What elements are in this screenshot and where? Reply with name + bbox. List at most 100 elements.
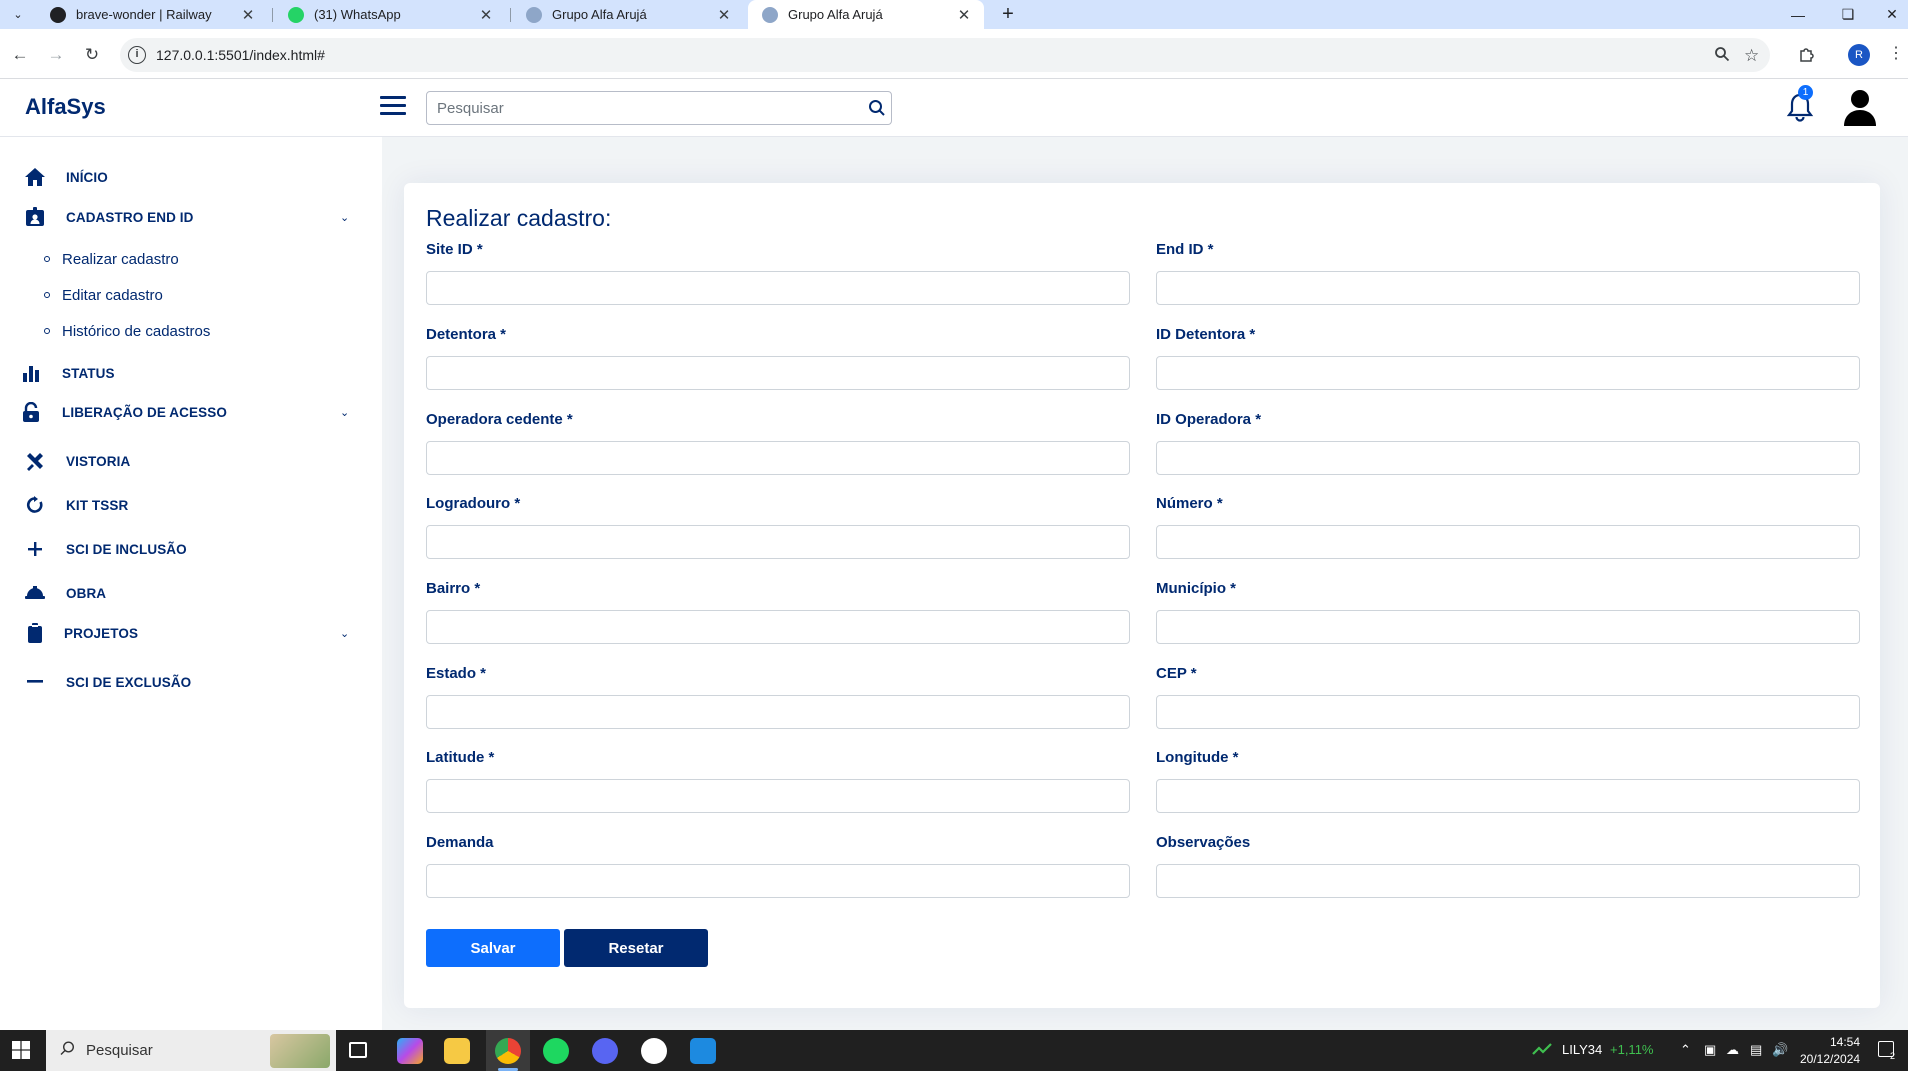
minimize-window-button[interactable]: — [1776, 0, 1820, 29]
field-bairro: Bairro * [426, 580, 1130, 644]
onedrive-cloud-icon[interactable]: ☁ [1726, 1042, 1739, 1058]
cep-input[interactable] [1156, 695, 1860, 729]
bullet-icon [44, 292, 50, 298]
spotify-taskbar-icon[interactable] [543, 1038, 569, 1064]
github-taskbar-icon[interactable] [641, 1038, 667, 1064]
field-label: Observações [1156, 834, 1251, 851]
close-tab-icon[interactable]: ✕ [714, 6, 734, 24]
field-logradouro: Logradouro * [426, 495, 1130, 559]
meet-now-icon[interactable]: ▣ [1704, 1042, 1716, 1058]
search-icon [60, 1041, 75, 1060]
site-info-icon[interactable]: i [128, 46, 146, 64]
reload-icon[interactable]: ↻ [78, 41, 106, 69]
sidebar-item-projetos[interactable]: PROJETOS ⌄ [0, 615, 382, 651]
sidebar-item-status[interactable]: STATUS [0, 355, 382, 391]
chevron-down-icon[interactable]: ⌄ [340, 406, 349, 419]
stock-ticker[interactable]: LILY34 [1562, 1042, 1602, 1057]
field-end-id: End ID * [1156, 241, 1860, 305]
site-id-input[interactable] [426, 271, 1130, 305]
profile-avatar[interactable]: R [1848, 44, 1870, 66]
observacoes-input[interactable] [1156, 864, 1860, 898]
system-clock[interactable]: 14:54 20/12/2024 [1800, 1034, 1860, 1068]
demanda-input[interactable] [426, 864, 1130, 898]
latitude-input[interactable] [426, 779, 1130, 813]
plus-icon [24, 538, 46, 560]
numero-input[interactable] [1156, 525, 1860, 559]
reset-button[interactable]: Resetar [564, 929, 708, 967]
logradouro-input[interactable] [426, 525, 1130, 559]
close-window-button[interactable]: ✕ [1870, 0, 1908, 29]
browser-toolbar: ← → ↻ i 127.0.0.1:5501/index.html# ☆ R ⋮ [0, 29, 1908, 79]
sidebar-subitem-editar-cadastro[interactable]: Editar cadastro [44, 280, 163, 310]
restore-window-button[interactable]: ❏ [1826, 0, 1870, 29]
field-label: ID Operadora * [1156, 411, 1262, 428]
windows-start-icon[interactable] [12, 1041, 30, 1059]
field-operadora-cedente: Operadora cedente * [426, 411, 1130, 475]
vscode-taskbar-icon[interactable] [690, 1038, 716, 1064]
id-operadora-input[interactable] [1156, 441, 1860, 475]
id-detentora-input[interactable] [1156, 356, 1860, 390]
extensions-puzzle-icon[interactable] [1792, 41, 1820, 69]
sidebar-item-cadastro-end-id[interactable]: CADASTRO END ID ⌄ [0, 199, 382, 235]
discord-taskbar-icon[interactable] [592, 1038, 618, 1064]
browser-menu-icon[interactable]: ⋮ [1888, 43, 1904, 63]
field-latitude: Latitude * [426, 749, 1130, 813]
address-bar[interactable]: i 127.0.0.1:5501/index.html# ☆ [120, 38, 1770, 72]
municipio-input[interactable] [1156, 610, 1860, 644]
user-avatar-icon[interactable] [1842, 88, 1878, 128]
browser-tab-whatsapp[interactable]: (31) WhatsApp ✕ [274, 0, 506, 29]
back-arrow-icon[interactable]: ← [6, 41, 34, 69]
sidebar-item-kit-tssr[interactable]: KIT TSSR [0, 487, 382, 523]
stock-trend-icon [1532, 1042, 1552, 1059]
field-label: Número * [1156, 495, 1223, 512]
forward-arrow-icon[interactable]: → [42, 41, 70, 69]
hamburger-menu-icon[interactable] [380, 96, 406, 116]
zoom-icon[interactable] [1714, 46, 1730, 67]
chevron-down-icon[interactable]: ⌄ [340, 211, 349, 224]
field-label: Detentora * [426, 326, 507, 343]
volume-icon[interactable]: 🔊 [1772, 1042, 1788, 1058]
sidebar-item-sci-de-exclusao[interactable]: SCI DE EXCLUSÃO [0, 664, 382, 700]
search-icon[interactable] [867, 98, 887, 118]
task-view-icon[interactable] [349, 1042, 367, 1058]
close-tab-icon[interactable]: ✕ [954, 6, 974, 24]
sidebar-subitem-historico[interactable]: Histórico de cadastros [44, 316, 210, 346]
end-id-input[interactable] [1156, 271, 1860, 305]
search-bar [426, 91, 892, 125]
search-input[interactable] [427, 92, 847, 124]
url-text[interactable]: 127.0.0.1:5501/index.html# [156, 47, 325, 63]
chrome-taskbar-icon[interactable] [495, 1038, 521, 1064]
sidebar-item-inicio[interactable]: INÍCIO [0, 159, 382, 195]
network-icon[interactable]: ▤ [1750, 1042, 1762, 1058]
taskbar-search-box[interactable]: Pesquisar [46, 1030, 336, 1071]
grupo-alfa-favicon-icon [526, 6, 542, 23]
field-label: Município * [1156, 580, 1236, 597]
sidebar-subitem-realizar-cadastro[interactable]: Realizar cadastro [44, 244, 179, 274]
estado-input[interactable] [426, 695, 1130, 729]
tab-search-chevron-icon[interactable]: ⌄ [6, 3, 30, 25]
save-button[interactable]: Salvar [426, 929, 560, 967]
file-explorer-taskbar-icon[interactable] [444, 1038, 470, 1064]
whatsapp-favicon-icon [288, 6, 304, 23]
browser-tab-grupo-alfa-1[interactable]: Grupo Alfa Arujá ✕ [512, 0, 744, 29]
field-detentora: Detentora * [426, 326, 1130, 390]
sidebar-item-sci-de-inclusao[interactable]: SCI DE INCLUSÃO [0, 531, 382, 567]
new-tab-button[interactable]: + [994, 0, 1022, 29]
copilot-taskbar-icon[interactable] [397, 1038, 423, 1064]
sidebar-item-liberacao-de-acesso[interactable]: LIBERAÇÃO DE ACESSO ⌄ [0, 394, 382, 430]
browser-tab-railway[interactable]: brave-wonder | Railway ✕ [36, 0, 268, 29]
chevron-down-icon[interactable]: ⌄ [340, 627, 349, 640]
detentora-input[interactable] [426, 356, 1130, 390]
app-logo[interactable]: AlfaSys [25, 94, 106, 120]
bookmark-star-icon[interactable]: ☆ [1744, 46, 1759, 66]
bairro-input[interactable] [426, 610, 1130, 644]
field-label: Logradouro * [426, 495, 521, 512]
sidebar-item-vistoria[interactable]: VISTORIA [0, 443, 382, 479]
browser-tab-grupo-alfa-active[interactable]: Grupo Alfa Arujá ✕ [748, 0, 984, 29]
close-tab-icon[interactable]: ✕ [476, 6, 496, 24]
operadora-cedente-input[interactable] [426, 441, 1130, 475]
longitude-input[interactable] [1156, 779, 1860, 813]
close-tab-icon[interactable]: ✕ [238, 6, 258, 24]
show-hidden-icons-chevron-icon[interactable]: ⌃ [1680, 1042, 1691, 1058]
sidebar-item-obra[interactable]: OBRA [0, 575, 382, 611]
